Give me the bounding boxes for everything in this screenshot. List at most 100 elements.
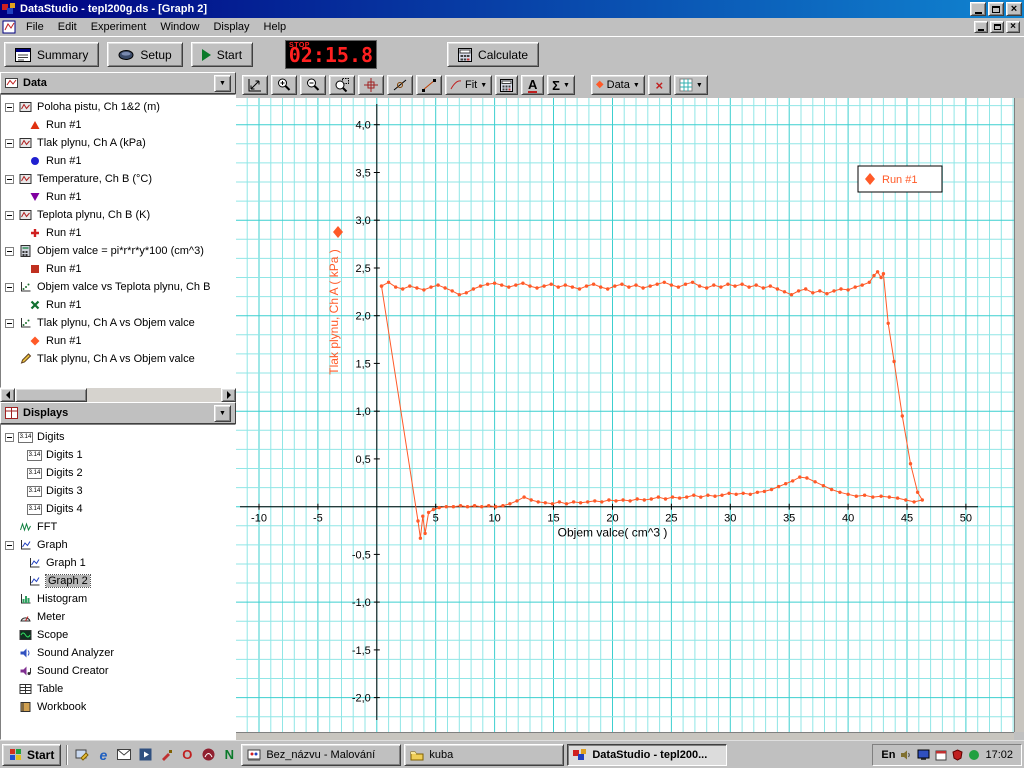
fit-menu-button[interactable]: Fit ▼ <box>445 75 493 95</box>
data-tree-item[interactable]: Tlak plynu, Ch A vs Objem valce <box>1 350 235 368</box>
volume-icon[interactable] <box>900 749 912 761</box>
setup-button[interactable]: Setup <box>107 42 183 67</box>
collapse-box[interactable] <box>5 540 14 550</box>
close-button[interactable]: × <box>1006 2 1022 16</box>
scheduler-icon[interactable] <box>935 749 947 761</box>
scroll-left-button[interactable] <box>0 388 15 402</box>
run-item[interactable]: Run #1 <box>1 224 235 242</box>
displays-item[interactable]: Scope <box>1 626 235 644</box>
scrollbar-thumb[interactable] <box>15 388 87 402</box>
displays-panel-dropdown[interactable]: ▼ <box>214 404 231 422</box>
slope-tool-button[interactable] <box>387 75 413 95</box>
data-tree-item[interactable]: Tlak plynu, Ch A (kPa) <box>1 134 235 152</box>
run-item[interactable]: Run #1 <box>1 116 235 134</box>
collapse-box[interactable] <box>5 318 14 328</box>
start-button[interactable]: Start <box>190 42 254 67</box>
data-tree-horizontal-scrollbar[interactable] <box>0 388 236 402</box>
run-item[interactable]: Run #1 <box>1 332 235 350</box>
displays-subitem[interactable]: 3.14 Digits 1 <box>1 446 235 464</box>
line-tool-button[interactable] <box>416 75 442 95</box>
start-menu-button[interactable]: Start <box>2 743 62 766</box>
displays-item[interactable]: Workbook <box>1 698 235 716</box>
task-button-datastudio[interactable]: DataStudio - tepl200... <box>567 743 728 766</box>
mdi-close-button[interactable]: × <box>1006 21 1020 33</box>
data-tree-item[interactable]: Objem valce vs Teplota plynu, Ch B <box>1 278 235 296</box>
collapse-box[interactable] <box>5 282 14 292</box>
displays-item[interactable]: 3.14 Digits <box>1 428 235 446</box>
task-button-paint[interactable]: Bez_názvu - Malování <box>241 743 402 766</box>
collapse-box[interactable] <box>5 246 14 256</box>
menu-item-help[interactable]: Help <box>257 19 294 36</box>
collapse-box[interactable] <box>5 210 14 220</box>
displays-item[interactable]: FFT <box>1 518 235 536</box>
opera-icon[interactable]: O <box>178 746 196 764</box>
run-item[interactable]: Run #1 <box>1 188 235 206</box>
displays-subitem[interactable]: 3.14 Digits 3 <box>1 482 235 500</box>
summary-button[interactable]: Summary <box>4 42 100 67</box>
menu-item-display[interactable]: Display <box>206 19 256 36</box>
graph-settings-menu-button[interactable]: ▼ <box>673 75 708 95</box>
graph-vertical-scrollbar[interactable] <box>1014 98 1024 732</box>
menu-item-window[interactable]: Window <box>153 19 206 36</box>
statistics-menu-button[interactable]: Σ ▼ <box>547 75 575 95</box>
displays-subitem[interactable]: 3.14 Digits 4 <box>1 500 235 518</box>
data-tree-item[interactable]: Teplota plynu, Ch B (K) <box>1 206 235 224</box>
zoom-select-button[interactable] <box>329 75 355 95</box>
acrobat-icon[interactable] <box>199 746 217 764</box>
graph-display[interactable]: -10 -5 5 10 15 20 25 30 35 40 45 50 4,0 3,5 3,0 2,5 2,0 1… <box>236 98 1014 732</box>
language-indicator[interactable]: En <box>881 749 895 761</box>
displays-item[interactable]: Histogram <box>1 590 235 608</box>
mail-icon[interactable] <box>115 746 133 764</box>
scale-to-fit-button[interactable] <box>242 75 268 95</box>
data-panel-dropdown[interactable]: ▼ <box>214 74 231 92</box>
collapse-box[interactable] <box>5 138 14 148</box>
restore-button[interactable] <box>988 2 1004 16</box>
display-icon[interactable] <box>917 749 930 761</box>
mdi-document-icon[interactable] <box>2 20 16 34</box>
scroll-right-button[interactable] <box>221 388 236 402</box>
displays-subitem[interactable]: 3.14 Digits 2 <box>1 464 235 482</box>
collapse-box[interactable] <box>5 432 14 442</box>
zoom-in-button[interactable] <box>271 75 297 95</box>
paint-brush-icon[interactable] <box>157 746 175 764</box>
collapse-box[interactable] <box>5 174 14 184</box>
displays-item[interactable]: Sound Analyzer <box>1 644 235 662</box>
displays-panel-header[interactable]: Displays ▼ <box>0 402 236 424</box>
show-desktop-icon[interactable] <box>73 746 91 764</box>
mdi-minimize-button[interactable] <box>974 21 988 33</box>
zoom-out-button[interactable] <box>300 75 326 95</box>
data-tree-item[interactable]: Poloha pistu, Ch 1&2 (m) <box>1 98 235 116</box>
netscape-icon[interactable]: N <box>220 746 238 764</box>
displays-subitem[interactable]: Graph 2 <box>1 572 235 590</box>
menu-item-edit[interactable]: Edit <box>51 19 84 36</box>
minimize-button[interactable] <box>970 2 986 16</box>
data-tree-item[interactable]: Temperature, Ch B (°C) <box>1 170 235 188</box>
task-button-folder[interactable]: kuba <box>404 743 565 766</box>
media-player-icon[interactable] <box>136 746 154 764</box>
clock[interactable]: 17:02 <box>985 749 1013 761</box>
displays-item[interactable]: Sound Creator <box>1 662 235 680</box>
data-menu-button[interactable]: ◆ Data ▼ <box>590 75 645 95</box>
calculator-tool-button[interactable] <box>495 75 519 95</box>
displays-subitem[interactable]: Graph 1 <box>1 554 235 572</box>
ie-icon[interactable]: e <box>94 746 112 764</box>
displays-item[interactable]: Graph <box>1 536 235 554</box>
displays-item[interactable]: Table <box>1 680 235 698</box>
displays-item[interactable]: Meter <box>1 608 235 626</box>
graph-horizontal-scrollbar[interactable] <box>236 732 1014 740</box>
collapse-box[interactable] <box>5 102 14 112</box>
data-tree-item[interactable]: Objem valce = pi*r*r*y*100 (cm^3) <box>1 242 235 260</box>
data-panel-header[interactable]: Data ▼ <box>0 72 236 94</box>
menu-item-file[interactable]: File <box>19 19 51 36</box>
data-tree-item[interactable]: Tlak plynu, Ch A vs Objem valce <box>1 314 235 332</box>
network-icon[interactable] <box>968 749 980 761</box>
smart-tool-button[interactable] <box>358 75 384 95</box>
antivirus-icon[interactable] <box>952 748 964 761</box>
menu-item-experiment[interactable]: Experiment <box>84 19 154 36</box>
run-item[interactable]: Run #1 <box>1 296 235 314</box>
mdi-restore-button[interactable] <box>990 21 1004 33</box>
remove-data-button[interactable]: × <box>647 75 671 95</box>
run-item[interactable]: Run #1 <box>1 260 235 278</box>
text-tool-button[interactable]: A <box>521 75 545 95</box>
run-item[interactable]: Run #1 <box>1 152 235 170</box>
